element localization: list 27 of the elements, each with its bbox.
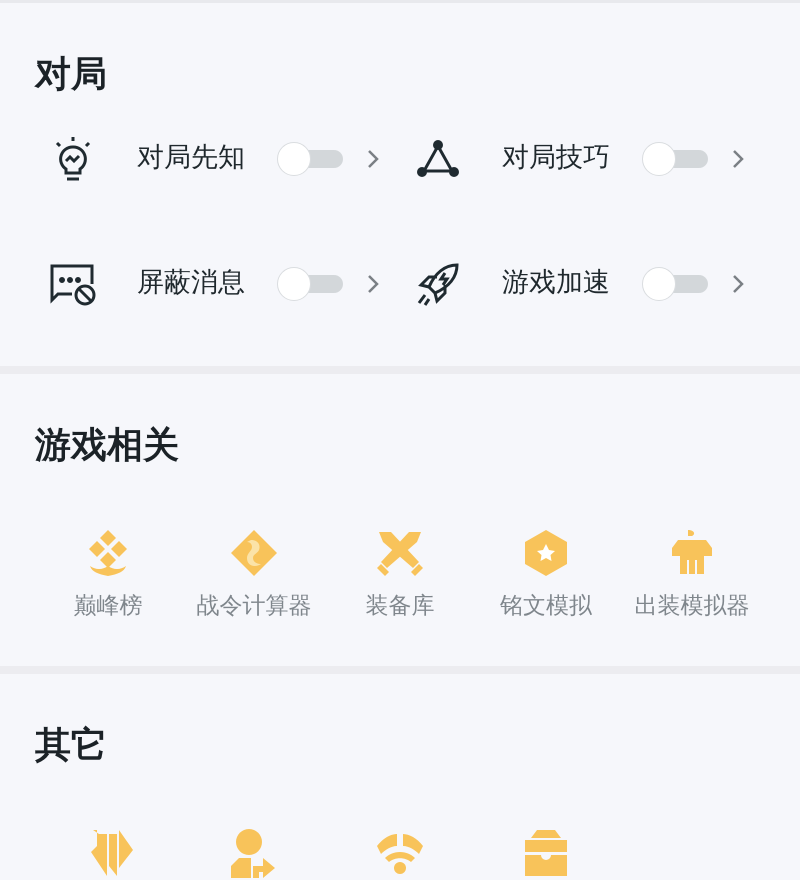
toggle-switch[interactable] xyxy=(642,142,710,176)
dragon-diamond-icon[interactable] xyxy=(229,528,279,578)
person-share-icon[interactable] xyxy=(231,828,277,878)
toggle-switch[interactable] xyxy=(277,266,345,300)
chevron-icon[interactable] xyxy=(367,274,379,294)
toggle-switch[interactable] xyxy=(642,266,710,300)
toolbox-icon[interactable] xyxy=(523,828,569,878)
chevron-icon[interactable] xyxy=(732,148,744,168)
setting-label: 对局先知 xyxy=(137,141,246,176)
tool-label[interactable]: 装备库 xyxy=(366,592,434,620)
triangle-icon xyxy=(416,138,460,178)
tool-label[interactable]: 巅峰榜 xyxy=(74,592,142,620)
tool-label[interactable]: 铭文模拟 xyxy=(500,592,592,620)
setting-label: 游戏加速 xyxy=(502,266,611,300)
tool-label[interactable]: 战令计算器 xyxy=(196,592,312,620)
chevron-icon[interactable] xyxy=(367,148,379,168)
toggle-switch[interactable] xyxy=(277,142,345,176)
section-title: 游戏相关 xyxy=(35,424,180,467)
rocket-icon xyxy=(415,260,461,306)
star-hexagon-icon[interactable] xyxy=(523,528,569,578)
tool-label[interactable]: 出装模拟器 xyxy=(634,592,750,620)
setting-label: 对局技巧 xyxy=(502,141,611,176)
setting-label: 屏蔽消息 xyxy=(137,266,246,300)
chevron-icon[interactable] xyxy=(732,274,744,294)
section-title: 对局 xyxy=(35,53,108,96)
section-title: 其它 xyxy=(35,724,108,767)
message-block-icon xyxy=(48,262,98,306)
